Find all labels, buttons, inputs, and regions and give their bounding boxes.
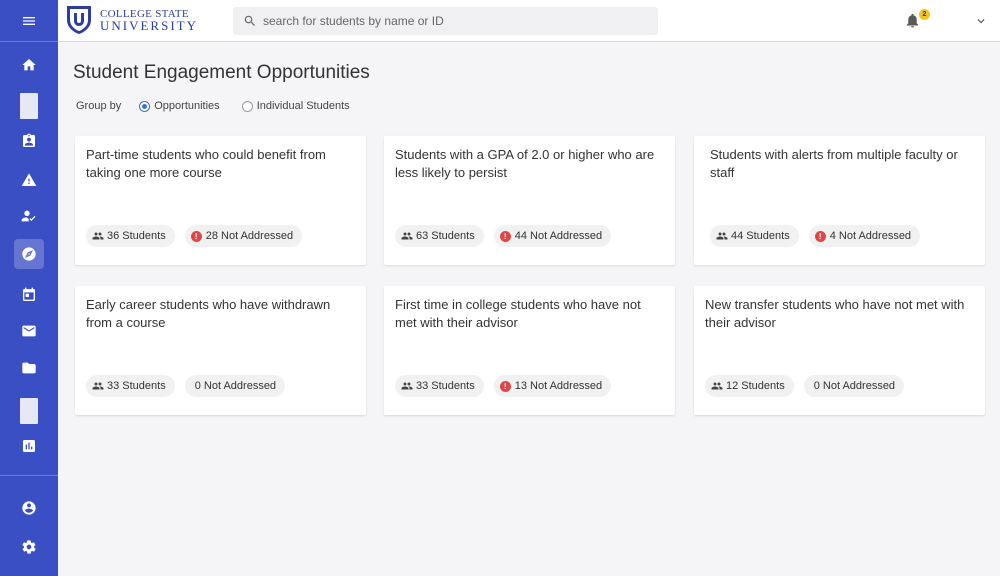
not-addressed-chip[interactable]: ! 28 Not Addressed: [184, 225, 303, 247]
warning-icon[interactable]: [14, 165, 44, 195]
folder-icon[interactable]: [14, 353, 44, 383]
card-title: Students with alerts from multiple facul…: [710, 147, 958, 180]
alert-icon: !: [814, 230, 826, 242]
sidebar-placeholder[interactable]: [20, 93, 38, 119]
search-icon: [244, 15, 255, 26]
not-addressed-chip[interactable]: 0 Not Addressed: [184, 375, 286, 397]
search-bar[interactable]: [233, 7, 658, 35]
students-count: 12 Students: [726, 380, 785, 392]
students-count: 36 Students: [107, 230, 166, 242]
students-count: 33 Students: [416, 380, 475, 392]
people-icon: [401, 232, 413, 240]
sidebar: [0, 0, 58, 576]
students-count: 63 Students: [416, 230, 475, 242]
students-count-chip[interactable]: 44 Students: [710, 225, 799, 247]
card-title: Early career students who have withdrawn…: [86, 297, 331, 330]
students-count-chip[interactable]: 36 Students: [86, 225, 175, 247]
card-title: New transfer students who have not met w…: [705, 297, 965, 330]
notifications-button[interactable]: 2: [904, 9, 930, 30]
radio-label-individual-students: Individual Students: [256, 100, 350, 112]
menu-icon[interactable]: [14, 6, 44, 36]
not-addressed-chip[interactable]: 0 Not Addressed: [803, 375, 905, 397]
people-icon: [716, 232, 728, 240]
person-check-icon[interactable]: [14, 201, 44, 231]
brand-line-2: UNIVERSITY: [100, 18, 198, 33]
opportunity-card[interactable]: Students with alerts from multiple facul…: [694, 136, 985, 265]
students-count-chip[interactable]: 33 Students: [86, 375, 175, 397]
alert-icon: !: [499, 380, 511, 392]
top-bar: COLLEGE STATE UNIVERSITY 2: [58, 0, 1000, 42]
chevron-down-icon: [977, 19, 985, 24]
people-icon: [92, 382, 104, 390]
sidebar-divider: [0, 41, 58, 42]
students-count-chip[interactable]: 33 Students: [395, 375, 484, 397]
search-input[interactable]: [263, 14, 653, 28]
opportunity-card[interactable]: Early career students who have withdrawn…: [75, 286, 366, 415]
alert-icon: !: [190, 230, 202, 242]
people-icon: [92, 232, 104, 240]
not-addressed-count: 0 Not Addressed: [813, 380, 896, 392]
shield-logo-icon: [67, 6, 91, 34]
sidebar-divider: [0, 475, 58, 476]
not-addressed-count: 0 Not Addressed: [194, 380, 277, 392]
not-addressed-count: 28 Not Addressed: [205, 230, 294, 242]
group-by-label: Group by: [76, 100, 122, 112]
bar-chart-icon[interactable]: [14, 431, 44, 461]
radio-button-checked[interactable]: [139, 100, 151, 112]
opportunity-card[interactable]: New transfer students who have not met w…: [694, 286, 985, 415]
mail-icon[interactable]: [14, 316, 44, 346]
opportunity-card[interactable]: Part-time students who could benefit fro…: [75, 136, 366, 265]
students-count: 44 Students: [731, 230, 790, 242]
opportunity-card[interactable]: First time in college students who have …: [384, 286, 675, 415]
not-addressed-count: 13 Not Addressed: [514, 380, 603, 392]
home-icon[interactable]: [14, 50, 44, 80]
university-logo[interactable]: COLLEGE STATE UNIVERSITY: [66, 5, 198, 35]
compass-icon[interactable]: [14, 239, 44, 269]
settings-icon[interactable]: [14, 532, 44, 562]
not-addressed-chip[interactable]: ! 4 Not Addressed: [808, 225, 921, 247]
calendar-icon[interactable]: [14, 280, 44, 310]
students-count: 33 Students: [107, 380, 166, 392]
people-icon: [711, 382, 723, 390]
card-title: Students with a GPA of 2.0 or higher who…: [395, 147, 655, 180]
alert-icon: !: [499, 230, 511, 242]
radio-opportunities[interactable]: Opportunities: [139, 100, 220, 112]
card-title: Part-time students who could benefit fro…: [86, 147, 326, 180]
clipboard-icon[interactable]: [14, 126, 44, 156]
students-count-chip[interactable]: 12 Students: [705, 375, 794, 397]
page-title: Student Engagement Opportunities: [73, 62, 370, 83]
notification-badge: 2: [919, 9, 930, 20]
opportunity-card[interactable]: Students with a GPA of 2.0 or higher who…: [384, 136, 675, 265]
radio-individual-students[interactable]: Individual Students: [241, 100, 350, 112]
group-by-control: Group by Opportunities Individual Studen…: [76, 100, 372, 112]
people-icon: [401, 382, 413, 390]
students-count-chip[interactable]: 63 Students: [395, 225, 484, 247]
account-icon[interactable]: [14, 493, 44, 523]
not-addressed-chip[interactable]: ! 44 Not Addressed: [493, 225, 612, 247]
not-addressed-count: 4 Not Addressed: [829, 230, 912, 242]
card-title: First time in college students who have …: [395, 297, 641, 330]
radio-label-opportunities: Opportunities: [154, 100, 220, 112]
sidebar-placeholder[interactable]: [20, 398, 38, 424]
user-menu-button[interactable]: [974, 14, 988, 28]
not-addressed-count: 44 Not Addressed: [514, 230, 603, 242]
not-addressed-chip[interactable]: ! 13 Not Addressed: [493, 375, 612, 397]
radio-button-unchecked[interactable]: [241, 100, 253, 112]
